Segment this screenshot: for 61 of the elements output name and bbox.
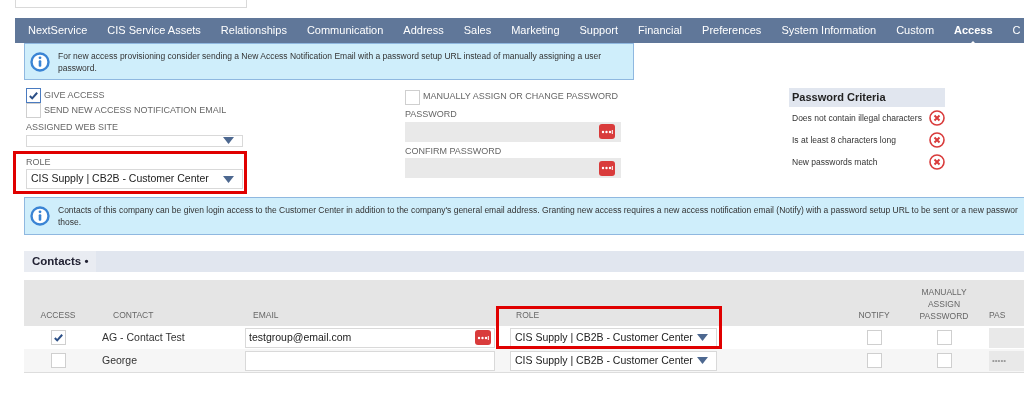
tab[interactable]: Marketing <box>501 22 570 39</box>
column-header: PAS <box>988 309 1006 322</box>
table-row[interactable]: George CIS Supply | CB2B - Customer Center ••••• <box>24 349 1024 372</box>
tab[interactable]: System Information <box>771 22 887 39</box>
tab[interactable]: Custom <box>886 22 945 39</box>
caret-icon <box>223 175 234 183</box>
column-header: MANUALLY ASSIGN PASSWORD <box>918 286 970 322</box>
criteria-text: Does not contain illegal characters <box>792 111 922 125</box>
info-icon <box>30 51 50 72</box>
more-icon[interactable] <box>475 330 491 345</box>
column-header: ROLE <box>515 309 541 322</box>
email-field[interactable] <box>245 350 495 371</box>
tab[interactable]: Address <box>393 22 454 39</box>
web-site-select[interactable] <box>26 134 243 147</box>
caret-icon <box>223 137 234 144</box>
table-cell-text: George <box>101 352 139 368</box>
role-select[interactable]: CIS Supply | CB2B - Customer Center <box>26 169 243 189</box>
tab[interactable]: CIS Service Assets <box>97 22 211 39</box>
column-header: NOTIFY <box>857 309 891 322</box>
section-title: Contacts • <box>24 251 97 272</box>
caret-icon <box>697 357 708 364</box>
column-header: CONTACT <box>112 309 155 322</box>
checkbox-label: GIVE ACCESS <box>44 88 105 102</box>
role-select[interactable]: CIS Supply | CB2B - Customer Center <box>510 350 717 371</box>
table-cell-text: AG - Contact Test <box>101 329 186 345</box>
password-field[interactable] <box>989 327 1024 348</box>
tab[interactable]: NextService <box>18 22 98 39</box>
caret-icon <box>697 334 708 341</box>
info-text: For new access provisioning consider sending a New Access Notification Email with a password setup URL instead of manually assigning a user password. <box>58 49 602 74</box>
info-icon <box>30 206 50 226</box>
column-header: ACCESS <box>39 309 77 322</box>
column-header: EMAIL <box>252 309 280 322</box>
checkbox-label: MANUALLY ASSIGN OR CHANGE PASSWORD <box>423 90 619 104</box>
password-field[interactable] <box>405 121 621 142</box>
tab[interactable]: Sales <box>453 22 502 39</box>
more-icon[interactable] <box>599 124 615 139</box>
field-label: PASSWORD <box>405 108 458 121</box>
tab[interactable]: Communication <box>296 22 394 39</box>
checkbox-label: SEND NEW ACCESS NOTIFICATION EMAIL <box>44 103 227 117</box>
tab[interactable]: Preferences <box>692 22 772 39</box>
email-value: testgroup@email.com <box>249 329 352 345</box>
tab[interactable]: Relationships <box>210 22 297 39</box>
field-label: CONFIRM PASSWORD <box>405 144 503 158</box>
tab[interactable]: C <box>1002 22 1024 39</box>
more-icon[interactable] <box>599 160 615 176</box>
checkmark-icon <box>52 332 64 343</box>
tab[interactable]: Financial <box>628 22 693 39</box>
criteria-title: Password Criteria <box>789 88 945 107</box>
field-label: ASSIGNED WEB SITE <box>26 121 120 134</box>
password-mask: ••••• <box>992 354 1006 367</box>
checkbox[interactable] <box>26 88 41 103</box>
field-label: ROLE <box>26 155 52 169</box>
password-field[interactable] <box>405 158 621 178</box>
criteria-text: New passwords match <box>792 155 878 169</box>
criteria-text: Is at least 8 characters long <box>792 133 896 147</box>
email-field[interactable]: testgroup@email.com <box>245 327 495 348</box>
password-field[interactable]: ••••• <box>989 350 1024 371</box>
checkmark-icon <box>28 90 39 101</box>
tab[interactable]: Support <box>569 22 629 39</box>
info-text: Contacts of this company can be given login access to the Customer Center in addition to the company's general email address. Granting new access requires a new access notification email (Notify) with a password setup URL to be sent or a new passwor those. <box>58 204 1019 228</box>
role-select[interactable]: CIS Supply | CB2B - Customer Center <box>510 327 717 348</box>
